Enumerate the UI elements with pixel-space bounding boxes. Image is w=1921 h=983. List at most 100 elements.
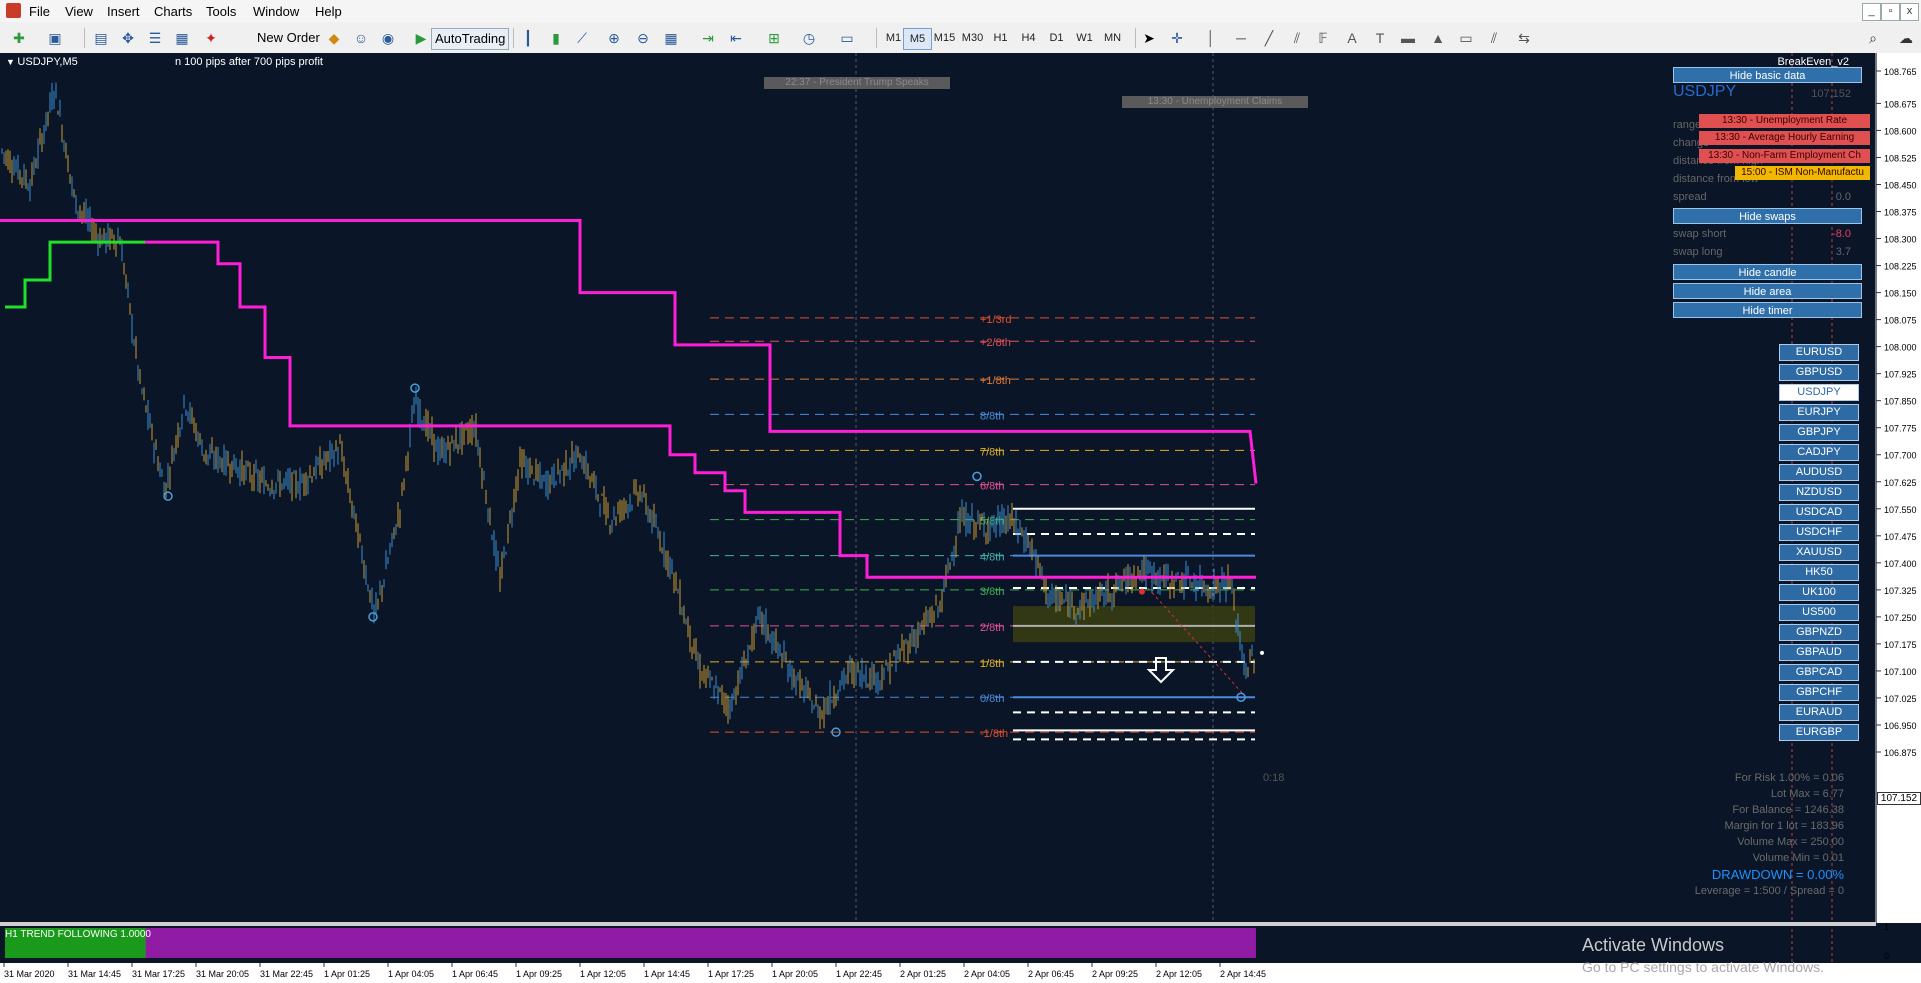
trendline-icon[interactable]: ╱ xyxy=(1258,27,1280,49)
price-label: 107.475 xyxy=(1884,532,1917,542)
candlestick-icon[interactable]: ▮ xyxy=(545,27,567,49)
symbol-button-usdchf[interactable]: USDCHF xyxy=(1779,524,1859,541)
symbol-button-gbpnzd[interactable]: GBPNZD xyxy=(1779,624,1859,641)
zoom-in-icon[interactable]: ⊕ xyxy=(603,27,625,49)
community-icon[interactable]: ☁ xyxy=(1895,27,1917,49)
news-item: 13:30 - Non-Farm Employment Ch xyxy=(1699,149,1870,163)
symbol-button-gbpusd[interactable]: GBPUSD xyxy=(1779,364,1859,381)
bar-chart-icon[interactable]: ┃ xyxy=(517,27,539,49)
price-chart[interactable]: +1/3rd+2/8th+1/8th8/8th7/8th6/8th5/8th4/… xyxy=(0,53,1921,983)
terminal-icon[interactable]: ▦ xyxy=(171,27,193,49)
menu-help[interactable]: Help xyxy=(315,4,342,19)
symbol-button-eurjpy[interactable]: EURJPY xyxy=(1779,404,1859,421)
zoom-out-icon[interactable]: ⊖ xyxy=(632,27,654,49)
channel-icon[interactable]: ⫽ xyxy=(1286,27,1308,49)
symbol-button-eurgbp[interactable]: EURGBP xyxy=(1779,724,1859,741)
tf-h1[interactable]: H1 xyxy=(987,28,1014,48)
navigator-icon[interactable]: ☰ xyxy=(144,27,166,49)
autoscroll-icon[interactable]: ⇥ xyxy=(697,27,719,49)
autotrading-button[interactable]: AutoTrading xyxy=(431,28,510,50)
symbol-button-gbpchf[interactable]: GBPCHF xyxy=(1779,684,1859,701)
symbol-button-gbpcad[interactable]: GBPCAD xyxy=(1779,664,1859,681)
tf-mn[interactable]: MN xyxy=(1099,28,1126,48)
symbol-button-audusd[interactable]: AUDUSD xyxy=(1779,464,1859,481)
market-icon[interactable]: ◉ xyxy=(377,27,399,49)
chart-window[interactable]: +1/3rd +2/8th +1/8th 8/8th 7/8th 6/8th 5/8th 4/… xyxy=(0,53,1921,983)
murrey-level-label: 2/8th xyxy=(980,622,1004,634)
signals-icon[interactable]: ☺ xyxy=(350,27,372,49)
tile-windows-icon[interactable]: ▦ xyxy=(660,27,682,49)
murrey-level-label: +1/3rd xyxy=(980,314,1012,326)
restore-button[interactable]: ▫ xyxy=(1881,3,1900,21)
menu-view[interactable]: View xyxy=(65,4,93,19)
cursor-icon[interactable]: ➤ xyxy=(1138,27,1160,49)
tf-m5[interactable]: M5 xyxy=(903,28,932,50)
chart-symbol-label: ▼ USDJPY,M5 xyxy=(6,56,78,68)
ellipse-icon[interactable]: ▭ xyxy=(1455,27,1477,49)
time-label: 1 Apr 14:45 xyxy=(644,969,690,979)
symbol-button-nzdusd[interactable]: NZDUSD xyxy=(1779,484,1859,501)
symbol-button-eurusd[interactable]: EURUSD xyxy=(1779,344,1859,361)
hide-timer-button[interactable]: Hide timer xyxy=(1673,302,1862,318)
hide-swaps-button[interactable]: Hide swaps xyxy=(1673,208,1862,224)
menu-tools[interactable]: Tools xyxy=(206,4,236,19)
hide-candle-button[interactable]: Hide candle xyxy=(1673,264,1862,280)
text-icon[interactable]: A xyxy=(1341,27,1363,49)
chart-shift-icon[interactable]: ⇤ xyxy=(725,27,747,49)
search-icon[interactable]: ⌕ xyxy=(1862,27,1884,49)
symbol-button-cadjpy[interactable]: CADJPY xyxy=(1779,444,1859,461)
symbol-button-gbpaud[interactable]: GBPAUD xyxy=(1779,644,1859,661)
tf-d1[interactable]: D1 xyxy=(1043,28,1070,48)
price-label: 106.950 xyxy=(1884,721,1917,731)
fibonacci-icon[interactable]: 𝔽 xyxy=(1312,27,1334,49)
metaeditor-icon[interactable]: ◆ xyxy=(323,27,345,49)
menu-window[interactable]: Window xyxy=(253,4,299,19)
chart-menu-icon[interactable]: ▼ xyxy=(6,57,17,67)
symbol-button-uk100[interactable]: UK100 xyxy=(1779,584,1859,601)
periods-icon[interactable]: ◷ xyxy=(798,27,820,49)
horizontal-line-icon[interactable]: ─ xyxy=(1230,27,1252,49)
price-label: 107.175 xyxy=(1884,640,1917,650)
indicator-label: 1 xyxy=(1884,922,1889,932)
menu-insert[interactable]: Insert xyxy=(107,4,140,19)
hide-area-button[interactable]: Hide area xyxy=(1673,283,1862,299)
fibo-fan-icon[interactable]: ⫽ xyxy=(1483,27,1505,49)
symbol-button-usdcad[interactable]: USDCAD xyxy=(1779,504,1859,521)
menu-charts[interactable]: Charts xyxy=(154,4,192,19)
fractal-marker xyxy=(410,383,420,393)
menu-file[interactable]: File xyxy=(29,4,50,19)
triangle-icon[interactable]: ▲ xyxy=(1427,27,1449,49)
new-order-button[interactable]: New Order xyxy=(257,28,320,48)
text-label-icon[interactable]: T xyxy=(1369,27,1391,49)
symbol-button-euraud[interactable]: EURAUD xyxy=(1779,704,1859,721)
profiles-icon[interactable]: ▣ xyxy=(44,27,66,49)
price-label: 108.525 xyxy=(1884,153,1917,163)
hide-basic-data-button[interactable]: Hide basic data xyxy=(1673,67,1862,83)
line-chart-icon[interactable]: ⟋ xyxy=(571,27,593,49)
arrows-icon[interactable]: ⇆ xyxy=(1513,27,1535,49)
crosshair-icon[interactable]: ✥ xyxy=(117,27,139,49)
tf-h4[interactable]: H4 xyxy=(1015,28,1042,48)
symbol-timeframe: USDJPY,M5 xyxy=(17,56,78,68)
new-chart-icon[interactable]: ✚ xyxy=(8,27,30,49)
indicators-icon[interactable]: ⊞ xyxy=(763,27,785,49)
time-label: 31 Mar 22:45 xyxy=(260,969,313,979)
tf-m30[interactable]: M30 xyxy=(959,28,986,48)
indicator-separator[interactable] xyxy=(0,922,1876,926)
close-button[interactable]: x xyxy=(1900,3,1919,21)
market-watch-icon[interactable]: ▤ xyxy=(90,27,112,49)
symbol-button-hk50[interactable]: HK50 xyxy=(1779,564,1859,581)
templates-icon[interactable]: ▭ xyxy=(836,27,858,49)
time-label: 2 Apr 09:25 xyxy=(1092,969,1138,979)
symbol-button-gbpjpy[interactable]: GBPJPY xyxy=(1779,424,1859,441)
symbol-button-us500[interactable]: US500 xyxy=(1779,604,1859,621)
rectangle-icon[interactable]: ▬ xyxy=(1397,27,1419,49)
time-label: 1 Apr 12:05 xyxy=(580,969,626,979)
symbol-button-xauusd[interactable]: XAUUSD xyxy=(1779,544,1859,561)
crosshair-tool-icon[interactable]: ✛ xyxy=(1166,27,1188,49)
tf-w1[interactable]: W1 xyxy=(1071,28,1098,48)
symbol-button-usdjpy[interactable]: USDJPY xyxy=(1779,384,1859,401)
minimize-button[interactable]: _ xyxy=(1862,3,1881,21)
tf-m15[interactable]: M15 xyxy=(931,28,958,48)
vertical-line-icon[interactable]: │ xyxy=(1200,27,1222,49)
